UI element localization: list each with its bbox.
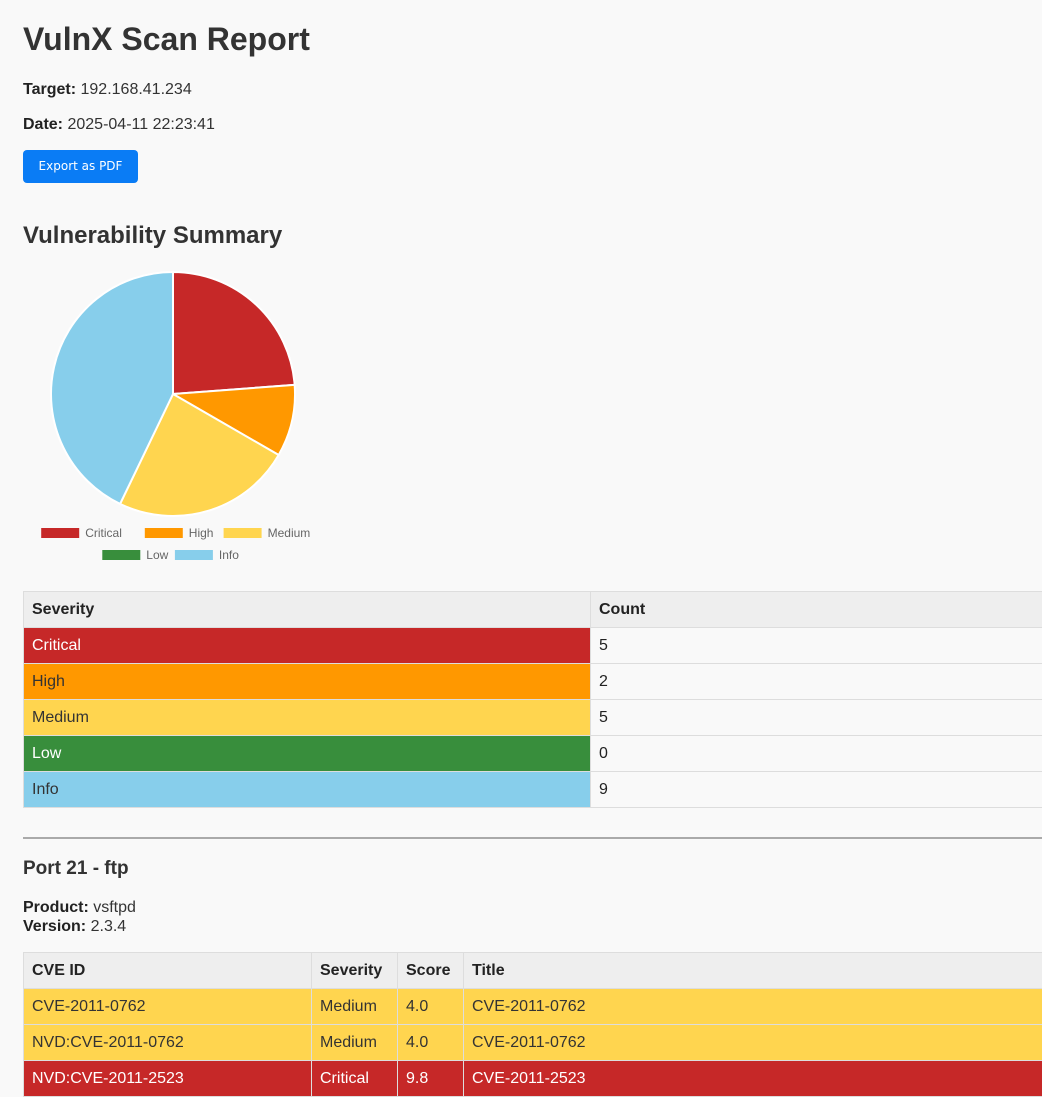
cve-id-column-header: CVE ID <box>23 952 312 989</box>
cve-severity-cell: Medium <box>311 988 398 1025</box>
count-cell: 5 <box>590 627 1042 664</box>
cve-score-cell: 4.0 <box>397 1024 464 1061</box>
summary-header-row: Severity Count <box>23 591 1042 628</box>
cve-row: NVD:CVE-2011-2523 Critical 9.8 CVE-2011-… <box>23 1060 1042 1097</box>
scan-report-page: VulnX Scan Report Target: 192.168.41.234… <box>0 0 1042 1097</box>
legend-label-critical[interactable]: Critical <box>85 526 122 540</box>
summary-row-low: Low 0 <box>23 735 1042 772</box>
page-title: VulnX Scan Report <box>23 21 310 57</box>
count-cell: 5 <box>590 699 1042 736</box>
section-divider <box>23 837 1042 839</box>
pie-slices <box>50 270 296 517</box>
legend-swatch-high <box>144 528 183 538</box>
port-section-title: Port 21 - ftp <box>23 858 129 879</box>
date-value: 2025-04-11 22:23:41 <box>67 116 215 133</box>
severity-cell: Critical <box>23 627 591 664</box>
cve-id-cell: NVD:CVE-2011-0762 <box>23 1024 312 1061</box>
summary-row-info: Info 9 <box>23 771 1042 808</box>
legend-swatch-critical <box>41 528 80 538</box>
count-cell: 9 <box>590 771 1042 808</box>
cve-severity-cell: Medium <box>311 1024 398 1061</box>
severity-cell: Medium <box>23 699 591 736</box>
target-line: Target: 192.168.41.234 <box>23 80 192 100</box>
legend-label-low[interactable]: Low <box>146 548 168 562</box>
version-line: Version: 2.3.4 <box>23 917 126 936</box>
severity-pie-chart: Critical High Medium Low Info <box>41 270 310 562</box>
legend-label-medium[interactable]: Medium <box>268 526 311 540</box>
date-label: Date: <box>23 116 64 133</box>
date-line: Date: 2025-04-11 22:23:41 <box>23 115 215 135</box>
cve-score-cell: 4.0 <box>397 988 464 1025</box>
cve-score-cell: 9.8 <box>397 1060 464 1097</box>
severity-cell: Low <box>23 735 591 772</box>
version-label: Version: <box>23 918 87 935</box>
legend-label-info[interactable]: Info <box>219 548 239 562</box>
count-column-header: Count <box>590 591 1042 628</box>
export-pdf-button[interactable]: Export as PDF <box>23 150 138 183</box>
product-line: Product: vsftpd <box>23 898 136 917</box>
cve-header-row: CVE ID Severity Score Title <box>23 952 1042 989</box>
count-cell: 2 <box>590 663 1042 700</box>
product-value: vsftpd <box>93 899 136 916</box>
summary-row-high: High 2 <box>23 663 1042 700</box>
summary-row-medium: Medium 5 <box>23 699 1042 736</box>
summary-table: Severity Count Critical 5 High 2 Medium … <box>23 591 1042 808</box>
target-label: Target: <box>23 81 77 98</box>
cve-row: NVD:CVE-2011-0762 Medium 4.0 CVE-2011-07… <box>23 1024 1042 1061</box>
pie-legend: Critical High Medium Low Info <box>41 526 310 562</box>
severity-cell: Info <box>23 771 591 808</box>
legend-swatch-low <box>102 550 141 560</box>
cve-id-cell: CVE-2011-0762 <box>23 988 312 1025</box>
legend-swatch-medium <box>223 528 262 538</box>
cve-title-cell: CVE-2011-0762 <box>463 988 1042 1025</box>
cve-title-cell: CVE-2011-0762 <box>463 1024 1042 1061</box>
cve-id-cell: NVD:CVE-2011-2523 <box>23 1060 312 1097</box>
cve-table: CVE ID Severity Score Title CVE-2011-076… <box>23 952 1042 1097</box>
count-cell: 0 <box>590 735 1042 772</box>
legend-swatch-info <box>174 550 213 560</box>
severity-column-header: Severity <box>23 591 591 628</box>
summary-title: Vulnerability Summary <box>23 222 283 249</box>
target-value: 192.168.41.234 <box>80 81 192 98</box>
version-value: 2.3.4 <box>90 918 127 935</box>
legend-label-high[interactable]: High <box>189 526 214 540</box>
cve-title-column-header: Title <box>463 952 1042 989</box>
product-label: Product: <box>23 899 89 916</box>
pie-slice-critical <box>172 270 296 396</box>
cve-score-column-header: Score <box>397 952 464 989</box>
summary-row-critical: Critical 5 <box>23 627 1042 664</box>
cve-title-cell: CVE-2011-2523 <box>463 1060 1042 1097</box>
cve-severity-cell: Critical <box>311 1060 398 1097</box>
cve-severity-column-header: Severity <box>311 952 398 989</box>
severity-cell: High <box>23 663 591 700</box>
cve-row: CVE-2011-0762 Medium 4.0 CVE-2011-0762 <box>23 988 1042 1025</box>
